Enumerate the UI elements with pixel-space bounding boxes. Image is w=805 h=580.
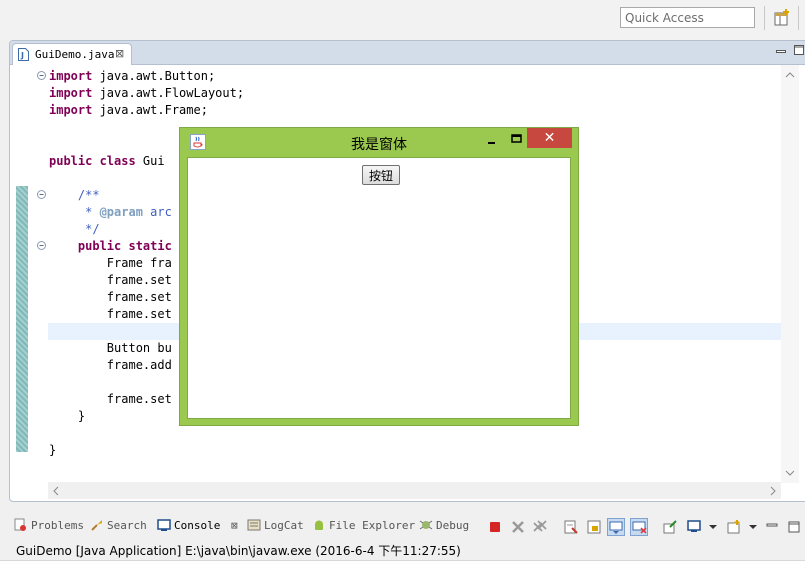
- code-line: import java.awt.FlowLayout;: [49, 86, 245, 100]
- view-tab-problems[interactable]: Problems: [14, 518, 84, 536]
- change-ruler: [16, 186, 28, 452]
- horizontal-scrollbar[interactable]: [48, 482, 781, 499]
- show-on-stdout-icon[interactable]: [607, 518, 625, 536]
- maximize-view-icon[interactable]: [788, 519, 800, 535]
- fold-collapse-icon[interactable]: [37, 190, 46, 199]
- code-line: * @param arc: [49, 205, 172, 219]
- chevron-down-icon[interactable]: [708, 519, 718, 535]
- code-line: import java.awt.Frame;: [49, 103, 208, 117]
- code-line: frame.set: [49, 273, 172, 287]
- display-console-icon[interactable]: [686, 519, 702, 535]
- show-on-stderr-icon[interactable]: [630, 518, 648, 536]
- close-tab-icon[interactable]: ⊠: [115, 47, 124, 60]
- window-maximize-icon[interactable]: [507, 132, 527, 148]
- console-process-label: GuiDemo [Java Application] E:\java\bin\j…: [16, 544, 461, 558]
- java-file-icon: J: [18, 48, 29, 61]
- logcat-icon: [247, 519, 261, 531]
- view-tab-search[interactable]: Search: [90, 518, 147, 536]
- vertical-scrollbar[interactable]: [781, 65, 799, 483]
- code-line: Frame fra: [49, 256, 172, 270]
- code-line: }: [49, 443, 57, 457]
- awt-button[interactable]: 按钮: [362, 165, 400, 185]
- quick-access-input[interactable]: [620, 7, 755, 28]
- scroll-down-icon[interactable]: [785, 469, 795, 477]
- console-icon: [157, 519, 171, 531]
- open-console-icon[interactable]: [726, 519, 742, 535]
- svg-text:J: J: [20, 51, 24, 60]
- editor-tab-bar: J GuiDemo.java ⊠: [10, 41, 805, 65]
- pin-console-icon[interactable]: [662, 519, 678, 535]
- scroll-up-icon[interactable]: [785, 71, 795, 79]
- close-tab-icon[interactable]: ⊠: [231, 519, 238, 532]
- view-tab-console[interactable]: Console ⊠: [157, 518, 238, 536]
- fold-collapse-icon[interactable]: [37, 241, 46, 250]
- console-output[interactable]: [0, 560, 805, 580]
- remove-all-terminated-icon[interactable]: [532, 519, 548, 535]
- code-line: Button bu: [49, 341, 172, 355]
- editor-tab-guidemo[interactable]: J GuiDemo.java ⊠: [12, 43, 132, 65]
- toolbar-separator: [798, 6, 799, 30]
- chevron-down-icon[interactable]: [748, 519, 758, 535]
- android-icon: [315, 520, 323, 530]
- view-tab-debug[interactable]: Debug: [419, 518, 469, 536]
- window-minimize-icon[interactable]: [482, 132, 502, 148]
- bottom-views-bar: Problems Search Console ⊠ LogCat File Ex…: [0, 512, 805, 540]
- scroll-left-icon[interactable]: [52, 486, 60, 496]
- code-line: import java.awt.Button;: [49, 69, 216, 83]
- problems-icon: [14, 518, 26, 531]
- window-close-button[interactable]: ✕: [527, 128, 572, 148]
- minimize-view-icon[interactable]: [776, 47, 786, 57]
- code-line: */: [49, 222, 100, 236]
- view-tab-logcat[interactable]: LogCat: [247, 518, 304, 536]
- debug-icon: [419, 520, 433, 530]
- code-line: frame.set: [49, 307, 172, 321]
- toolbar-separator: [764, 6, 765, 30]
- terminate-icon[interactable]: [487, 519, 503, 535]
- maximize-view-icon[interactable]: [794, 45, 804, 55]
- code-line: frame.set: [49, 392, 172, 406]
- code-line: }: [49, 409, 86, 423]
- editor-tab-label: GuiDemo.java: [35, 48, 115, 61]
- code-line: public class Gui: [49, 154, 165, 168]
- scroll-right-icon[interactable]: [769, 486, 777, 496]
- clear-console-icon[interactable]: [563, 519, 579, 535]
- code-line: /**: [49, 188, 100, 202]
- remove-launch-icon[interactable]: [510, 519, 526, 535]
- code-line: frame.set: [49, 290, 172, 304]
- window-client-area: 按钮: [187, 157, 571, 419]
- scroll-lock-icon[interactable]: [586, 519, 602, 535]
- window-titlebar[interactable]: 我是窗体 ✕: [180, 128, 578, 156]
- view-tab-file-explorer[interactable]: File Explorer: [312, 518, 415, 536]
- minimize-view-icon[interactable]: [766, 519, 778, 535]
- main-toolbar: [0, 0, 805, 40]
- open-perspective-icon[interactable]: [772, 8, 792, 28]
- code-line: frame.add: [49, 358, 172, 372]
- fold-collapse-icon[interactable]: [37, 71, 46, 80]
- code-line: public static: [49, 239, 172, 253]
- search-icon: [91, 520, 102, 531]
- awt-frame-window: 我是窗体 ✕ 按钮: [179, 127, 579, 426]
